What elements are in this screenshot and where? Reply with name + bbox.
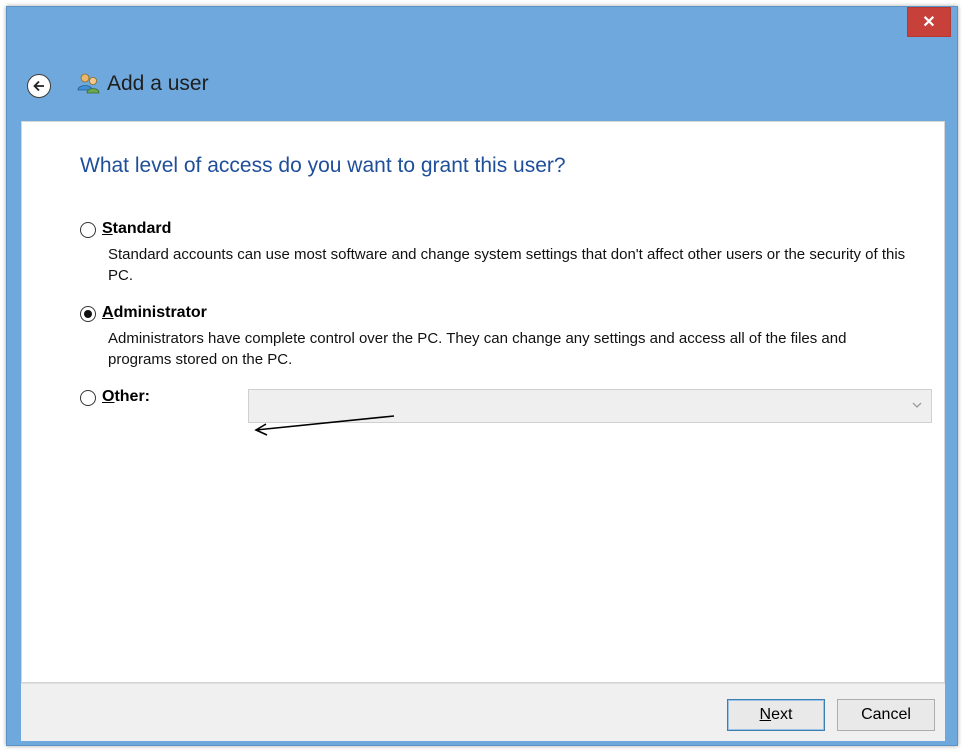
administrator-radio[interactable] [80,306,96,322]
next-button-label: Next [759,706,793,723]
users-icon [77,73,100,94]
chevron-down-icon [912,402,922,408]
next-button[interactable]: Next [727,699,825,731]
back-arrow-icon [33,80,44,92]
window-header: Add a user [7,65,957,105]
standard-label[interactable]: Standard [102,220,171,238]
other-label[interactable]: Other: [102,388,150,406]
administrator-description: Administrators have complete control ove… [108,330,847,368]
dialog-footer: Next Cancel [21,683,945,741]
close-icon: ✕ [922,14,936,31]
back-button[interactable] [27,74,51,98]
add-user-window: ✕ Add a user What level of access do you… [6,6,958,746]
window-title: Add a user [107,72,209,95]
question-heading: What level of access do you want to gran… [80,154,566,177]
standard-description: Standard accounts can use most software … [108,246,906,284]
annotation-arrow [254,415,395,436]
radio-selected-dot [84,310,92,318]
administrator-label[interactable]: Administrator [102,304,207,322]
cancel-button[interactable]: Cancel [837,699,935,731]
dialog-content: What level of access do you want to gran… [21,121,945,683]
close-button[interactable]: ✕ [907,7,951,37]
other-radio[interactable] [80,390,96,406]
standard-radio[interactable] [80,222,96,238]
